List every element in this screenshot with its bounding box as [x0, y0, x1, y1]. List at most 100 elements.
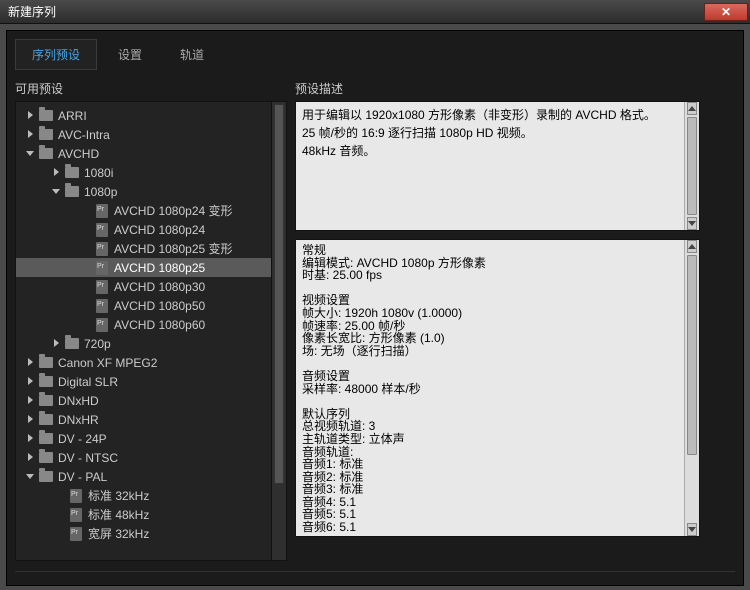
- tree-folder[interactable]: AVCHD: [16, 144, 286, 163]
- tree-item-label: 宽屏 32kHz: [88, 525, 149, 542]
- tree-item-label: 720p: [84, 337, 111, 351]
- tree-folder[interactable]: 1080p: [16, 182, 286, 201]
- tree-preset[interactable]: AVCHD 1080p24 变形: [16, 201, 286, 220]
- tree-preset[interactable]: AVCHD 1080p60: [16, 315, 286, 334]
- folder-icon: [39, 452, 53, 463]
- chevron-right-icon[interactable]: [26, 377, 36, 387]
- detail-line: 帧大小: 1920h 1080v (1.0000): [302, 307, 681, 320]
- scroll-down-icon[interactable]: [687, 217, 697, 230]
- tree-preset[interactable]: 标准 48kHz: [16, 505, 286, 524]
- tree-preset[interactable]: AVCHD 1080p24: [16, 220, 286, 239]
- tree-preset[interactable]: AVCHD 1080p50: [16, 296, 286, 315]
- chevron-right-icon[interactable]: [52, 339, 62, 349]
- tree-item-label: DV - PAL: [58, 470, 107, 484]
- detail-line: 主轨道类型: 立体声: [302, 433, 681, 446]
- preset-icon: [96, 242, 108, 256]
- chevron-down-icon[interactable]: [26, 472, 36, 482]
- tree-preset[interactable]: 宽屏 32kHz: [16, 524, 286, 543]
- tree-item-label: AVCHD 1080p50: [114, 299, 205, 313]
- tab-settings[interactable]: 设置: [101, 39, 159, 70]
- right-column: 预设描述 用于编辑以 1920x1080 方形像素（非变形）录制的 AVCHD …: [295, 78, 700, 561]
- chevron-down-icon[interactable]: [52, 187, 62, 197]
- tree-folder[interactable]: DV - PAL: [16, 467, 286, 486]
- detail-line: 像素长宽比: 方形像素 (1.0): [302, 332, 681, 345]
- details-scrollbar[interactable]: [684, 240, 699, 536]
- tree-item-label: AVCHD 1080p30: [114, 280, 205, 294]
- chevron-right-icon[interactable]: [26, 453, 36, 463]
- tree-item-label: AVC-Intra: [58, 128, 110, 142]
- tree-folder[interactable]: 720p: [16, 334, 286, 353]
- detail-line: [302, 282, 681, 295]
- available-presets-label: 可用预设: [15, 80, 287, 97]
- tree-folder[interactable]: ARRI: [16, 106, 286, 125]
- detail-line: 音频设置: [302, 370, 681, 383]
- folder-icon: [65, 186, 79, 197]
- folder-icon: [39, 433, 53, 444]
- folder-icon: [39, 376, 53, 387]
- folder-icon: [39, 148, 53, 159]
- preset-icon: [70, 489, 82, 503]
- left-column: 可用预设 ARRIAVC-IntraAVCHD1080i1080pAVCHD 1…: [15, 78, 287, 561]
- scroll-up-icon[interactable]: [687, 240, 697, 253]
- description-scroll-thumb[interactable]: [687, 117, 697, 215]
- description-text: 用于编辑以 1920x1080 方形像素（非变形）录制的 AVCHD 格式。25…: [302, 106, 681, 160]
- close-button[interactable]: ✕: [704, 3, 748, 21]
- chevron-right-icon[interactable]: [52, 168, 62, 178]
- tree-folder[interactable]: DV - NTSC: [16, 448, 286, 467]
- description-line: 48kHz 音频。: [302, 142, 681, 160]
- preset-icon: [96, 261, 108, 275]
- folder-icon: [39, 129, 53, 140]
- tree-item-label: 标准 32kHz: [88, 487, 149, 504]
- detail-line: 常规: [302, 244, 681, 257]
- tree-scroll-thumb[interactable]: [274, 104, 284, 484]
- detail-line: 音频3: 标准: [302, 483, 681, 496]
- tree-scrollbar[interactable]: [271, 102, 286, 560]
- tree-folder[interactable]: Digital SLR: [16, 372, 286, 391]
- preset-description-label: 预设描述: [295, 80, 700, 97]
- chevron-right-icon[interactable]: [26, 358, 36, 368]
- scroll-up-icon[interactable]: [687, 102, 697, 115]
- preset-icon: [96, 204, 108, 218]
- preset-tree[interactable]: ARRIAVC-IntraAVCHD1080i1080pAVCHD 1080p2…: [16, 102, 286, 547]
- chevron-right-icon[interactable]: [26, 434, 36, 444]
- tree-preset[interactable]: 标准 32kHz: [16, 486, 286, 505]
- chevron-right-icon[interactable]: [26, 130, 36, 140]
- close-icon: ✕: [721, 5, 731, 19]
- chevron-right-icon[interactable]: [26, 415, 36, 425]
- details-box: 常规编辑模式: AVCHD 1080p 方形像素时基: 25.00 fps 视频…: [295, 239, 700, 537]
- tree-folder[interactable]: DNxHR: [16, 410, 286, 429]
- tree-item-label: Digital SLR: [58, 375, 118, 389]
- tree-folder[interactable]: DNxHD: [16, 391, 286, 410]
- scroll-down-icon[interactable]: [687, 523, 697, 536]
- chevron-right-icon[interactable]: [26, 111, 36, 121]
- preset-icon: [70, 508, 82, 522]
- tab-sequence-presets[interactable]: 序列预设: [15, 39, 97, 70]
- detail-line: [302, 357, 681, 370]
- detail-line: [302, 395, 681, 408]
- tree-preset[interactable]: AVCHD 1080p25 变形: [16, 239, 286, 258]
- folder-icon: [65, 338, 79, 349]
- tree-folder[interactable]: 1080i: [16, 163, 286, 182]
- description-scrollbar[interactable]: [684, 102, 699, 230]
- window-title: 新建序列: [8, 3, 56, 20]
- tree-folder[interactable]: AVC-Intra: [16, 125, 286, 144]
- chevron-right-icon[interactable]: [26, 396, 36, 406]
- titlebar: 新建序列 ✕: [0, 0, 750, 24]
- tree-preset[interactable]: AVCHD 1080p25: [16, 258, 286, 277]
- content-area: 可用预设 ARRIAVC-IntraAVCHD1080i1080pAVCHD 1…: [15, 78, 735, 561]
- preset-icon: [96, 318, 108, 332]
- tree-preset[interactable]: AVCHD 1080p30: [16, 277, 286, 296]
- detail-line: 音频4: 5.1: [302, 496, 681, 509]
- tree-folder[interactable]: DV - 24P: [16, 429, 286, 448]
- tab-tracks[interactable]: 轨道: [163, 39, 221, 70]
- tree-item-label: AVCHD 1080p24: [114, 223, 205, 237]
- chevron-down-icon[interactable]: [26, 149, 36, 159]
- tree-item-label: AVCHD 1080p60: [114, 318, 205, 332]
- tree-item-label: DNxHD: [58, 394, 99, 408]
- detail-line: 音频1: 标准: [302, 458, 681, 471]
- folder-icon: [65, 167, 79, 178]
- details-scroll-thumb[interactable]: [687, 255, 697, 455]
- tree-folder[interactable]: Canon XF MPEG2: [16, 353, 286, 372]
- main-panel: 序列预设 设置 轨道 可用预设 ARRI AVC-Intra AVCHD1080i1…: [6, 30, 744, 586]
- detail-line: 音频5: 5.1: [302, 508, 681, 521]
